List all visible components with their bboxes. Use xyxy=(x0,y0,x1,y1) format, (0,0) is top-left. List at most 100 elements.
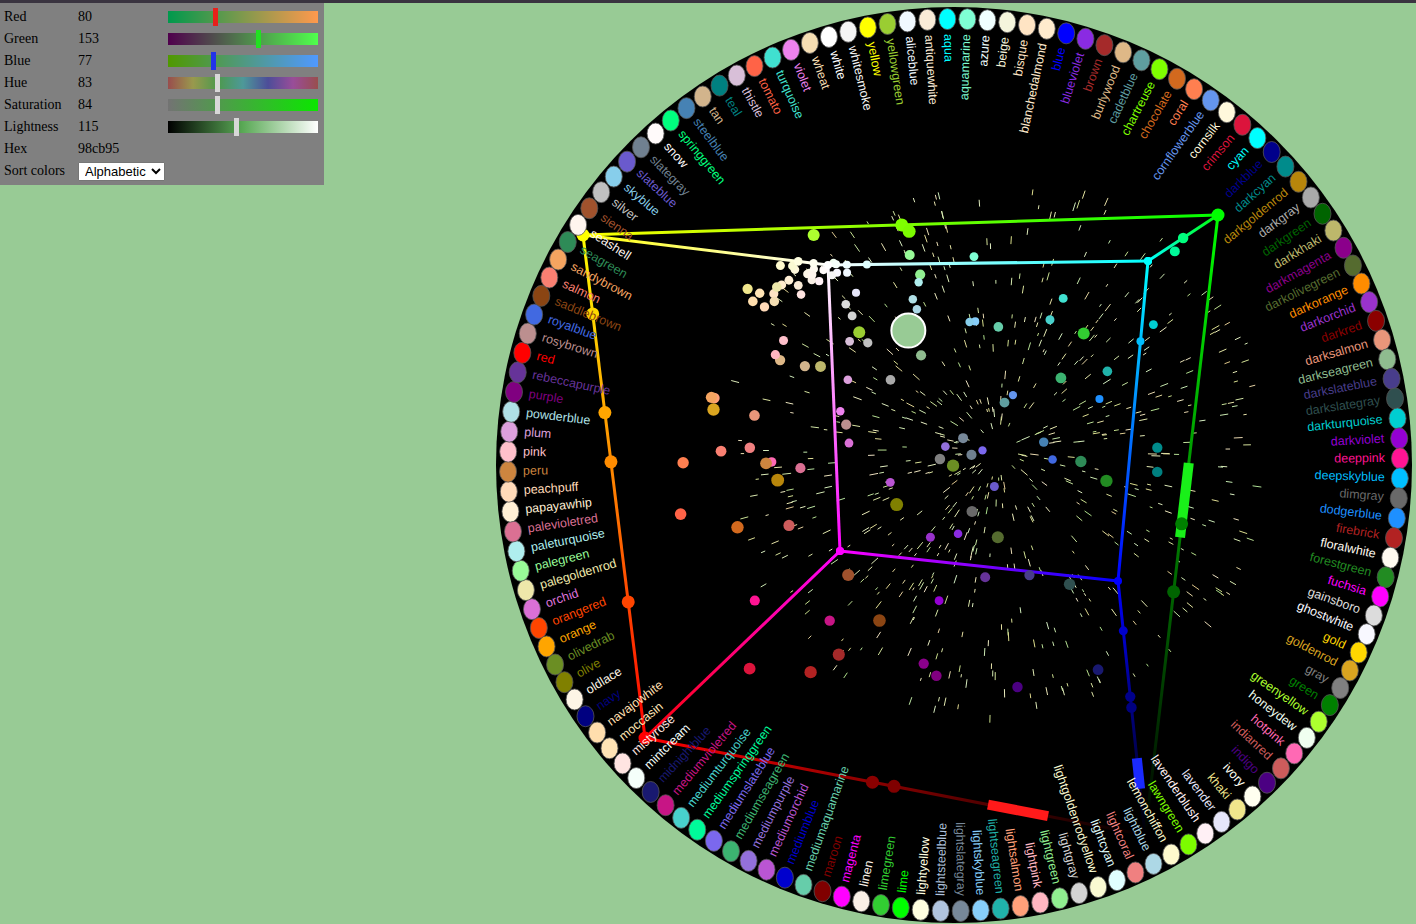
color-dot[interactable] xyxy=(1078,327,1090,339)
color-dot[interactable] xyxy=(1064,578,1075,589)
color-swatch[interactable] xyxy=(512,560,529,581)
color-label[interactable]: limegreen xyxy=(876,835,899,891)
color-swatch[interactable] xyxy=(999,12,1016,33)
color-dot[interactable] xyxy=(1136,337,1144,345)
color-swatch[interactable] xyxy=(556,672,573,693)
color-dot[interactable] xyxy=(970,252,979,261)
color-dot[interactable] xyxy=(926,533,935,542)
color-label[interactable]: tan xyxy=(706,105,727,127)
color-label[interactable]: powderblue xyxy=(525,406,591,428)
color-swatch[interactable] xyxy=(764,47,781,68)
color-dot[interactable] xyxy=(776,261,785,270)
color-swatch[interactable] xyxy=(605,166,622,187)
color-swatch[interactable] xyxy=(1391,428,1408,449)
color-swatch[interactable] xyxy=(840,21,857,42)
color-dot[interactable] xyxy=(905,250,915,260)
slider-track[interactable] xyxy=(168,77,318,89)
color-swatch[interactable] xyxy=(776,867,793,888)
color-dot[interactable] xyxy=(809,259,817,267)
color-dot[interactable] xyxy=(841,419,851,429)
color-dot[interactable] xyxy=(1075,456,1086,467)
color-dot[interactable] xyxy=(808,271,816,279)
slider-thumb[interactable] xyxy=(211,52,216,70)
color-swatch[interactable] xyxy=(801,32,818,53)
color-swatch[interactable] xyxy=(523,599,540,620)
color-dot[interactable] xyxy=(815,277,823,285)
color-swatch[interactable] xyxy=(1133,50,1150,71)
color-swatch[interactable] xyxy=(1365,605,1382,626)
color-swatch[interactable] xyxy=(593,182,610,203)
color-swatch[interactable] xyxy=(577,706,594,727)
color-dot[interactable] xyxy=(815,361,826,372)
color-swatch[interactable] xyxy=(517,580,534,601)
color-label[interactable]: aqua xyxy=(941,34,955,62)
color-swatch[interactable] xyxy=(1032,892,1049,913)
color-dot[interactable] xyxy=(1056,373,1067,384)
color-swatch[interactable] xyxy=(628,768,645,789)
color-dot[interactable] xyxy=(731,521,743,533)
color-swatch[interactable] xyxy=(1108,870,1125,891)
color-dot[interactable] xyxy=(866,776,879,789)
color-swatch[interactable] xyxy=(795,874,812,895)
color-dot[interactable] xyxy=(771,474,784,487)
color-dot[interactable] xyxy=(794,281,803,290)
color-dot[interactable] xyxy=(742,284,752,294)
color-label[interactable]: lightslategray xyxy=(953,822,968,897)
color-dot[interactable] xyxy=(915,269,925,279)
color-swatch[interactable] xyxy=(740,850,757,871)
color-swatch[interactable] xyxy=(632,137,649,158)
color-swatch[interactable] xyxy=(1332,678,1349,699)
color-dot[interactable] xyxy=(1170,246,1180,256)
color-swatch[interactable] xyxy=(1350,642,1367,663)
color-dot[interactable] xyxy=(886,375,896,385)
color-swatch[interactable] xyxy=(1310,711,1327,732)
color-swatch[interactable] xyxy=(1388,508,1405,529)
color-dot[interactable] xyxy=(1144,257,1152,265)
color-dot[interactable] xyxy=(935,454,945,464)
color-swatch[interactable] xyxy=(1358,624,1375,645)
color-dot[interactable] xyxy=(1059,294,1068,303)
color-dot[interactable] xyxy=(760,302,769,311)
color-swatch[interactable] xyxy=(1302,187,1319,208)
color-swatch[interactable] xyxy=(1374,329,1391,350)
color-swatch[interactable] xyxy=(1385,528,1402,549)
color-dot[interactable] xyxy=(873,614,886,627)
color-swatch[interactable] xyxy=(1169,68,1186,89)
color-swatch[interactable] xyxy=(1127,862,1144,883)
color-swatch[interactable] xyxy=(1321,695,1338,716)
color-dot[interactable] xyxy=(622,595,635,608)
color-wheel[interactable]: aliceblueantiquewhiteaquaaquamarineazure… xyxy=(492,3,1416,924)
slider-thumb[interactable] xyxy=(213,8,218,26)
color-swatch[interactable] xyxy=(1038,18,1055,39)
color-swatch[interactable] xyxy=(1290,171,1307,192)
color-swatch[interactable] xyxy=(503,401,520,422)
color-label[interactable]: red xyxy=(535,349,556,367)
color-dot[interactable] xyxy=(1045,315,1054,324)
color-swatch[interactable] xyxy=(1286,743,1303,764)
color-dot[interactable] xyxy=(994,322,1004,332)
color-dot[interactable] xyxy=(785,276,794,285)
color-dot[interactable] xyxy=(760,457,772,469)
color-swatch[interactable] xyxy=(1387,388,1404,409)
color-swatch[interactable] xyxy=(647,123,664,144)
color-dot[interactable] xyxy=(1152,467,1162,477)
color-dot[interactable] xyxy=(1119,626,1128,635)
current-color-dot[interactable] xyxy=(891,314,925,348)
color-swatch[interactable] xyxy=(1096,35,1113,56)
color-swatch[interactable] xyxy=(570,214,587,235)
color-swatch[interactable] xyxy=(1298,727,1315,748)
color-swatch[interactable] xyxy=(1389,408,1406,429)
color-swatch[interactable] xyxy=(1263,141,1280,162)
color-label[interactable]: yellow xyxy=(865,41,886,79)
color-dot[interactable] xyxy=(1152,443,1162,453)
color-dot[interactable] xyxy=(935,596,944,605)
color-label[interactable]: lightskyblue xyxy=(970,830,988,896)
color-dot[interactable] xyxy=(832,260,840,268)
color-label[interactable]: ghostwhite xyxy=(1295,599,1356,635)
color-dot[interactable] xyxy=(916,350,926,360)
slider-thumb[interactable] xyxy=(215,96,220,114)
color-label[interactable]: linen xyxy=(857,859,876,888)
color-swatch[interactable] xyxy=(530,617,547,638)
color-swatch[interactable] xyxy=(1391,468,1408,489)
color-swatch[interactable] xyxy=(1383,368,1400,389)
